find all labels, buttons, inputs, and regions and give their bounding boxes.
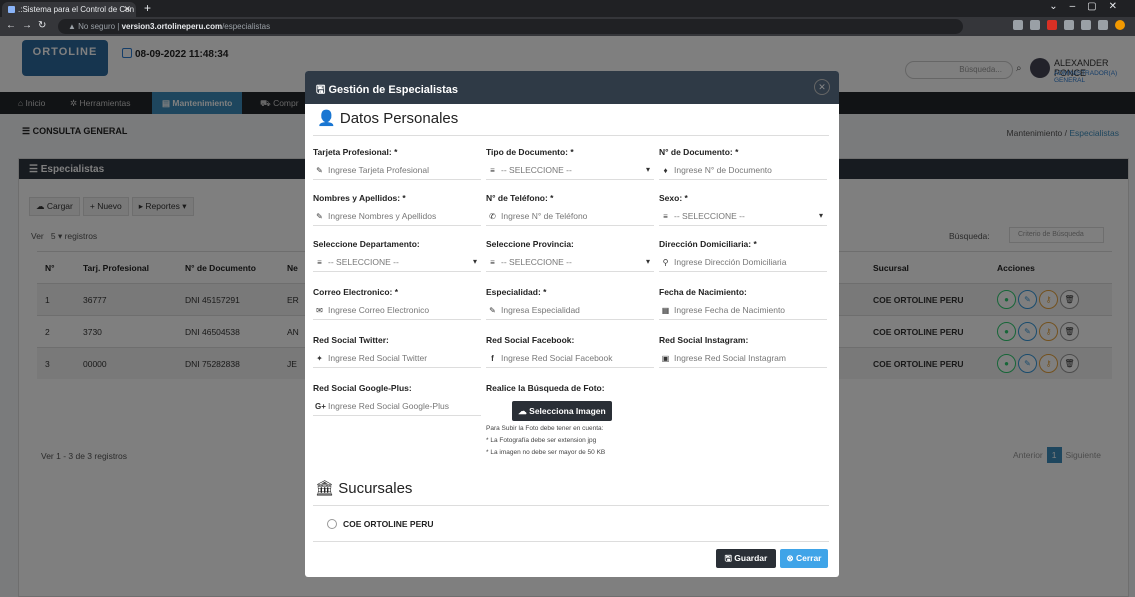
twitter-input[interactable]: ✦ Ingrese Red Social Twitter xyxy=(313,353,481,368)
url-path: /especialistas xyxy=(222,22,271,31)
nombres-field: Nombres y Apellidos: * ✎ Ingrese Nombres … xyxy=(313,193,481,226)
provincia-select[interactable]: ≡ -- SELECCIONE -- ▾ xyxy=(486,257,654,272)
list-icon: ≡ xyxy=(490,166,495,175)
telefono-input[interactable]: ✆ Ingrese N° de Teléfono xyxy=(486,211,654,226)
twitter-field: Red Social Twitter: ✦ Ingrese Red Social … xyxy=(313,335,481,368)
num-documento-field: N° de Documento: * ♦ Ingrese N° de Docume… xyxy=(659,147,827,180)
list-icon: ≡ xyxy=(663,212,668,221)
tipo-documento-field: Tipo de Documento: * ≡ -- SELECCIONE -- ▾ xyxy=(486,147,654,180)
foto-field: Realice la Búsqueda de Foto: xyxy=(486,383,605,393)
list-icon: ≡ xyxy=(490,258,495,267)
calendar-icon: ▦ xyxy=(661,306,670,315)
photo-hint: * La Fotografía debe ser extension jpg xyxy=(486,437,597,444)
departamento-field: Seleccione Departamento: ≡ -- SELECCIONE … xyxy=(313,239,481,272)
sucursal-label[interactable]: COE ORTOLINE PERU xyxy=(343,519,434,529)
back-icon[interactable]: ← xyxy=(6,20,16,31)
envelope-icon: ✉ xyxy=(316,306,323,315)
google-input[interactable]: G+ Ingrese Red Social Google-Plus xyxy=(313,401,481,416)
chevron-down-icon: ▾ xyxy=(472,257,477,266)
twitter-icon: ✦ xyxy=(316,354,323,363)
modal-title: 🖫 Gestión de Especialistas xyxy=(305,71,839,104)
address-bar: ← → ↻ ▲ No seguro | version3.ortolineper… xyxy=(0,17,1135,36)
cerrar-button[interactable]: ⊗ Cerrar xyxy=(780,549,828,568)
save-button[interactable]: 🖫 Guardar xyxy=(716,549,776,568)
facebook-field: Red Social Facebook: f Ingrese Red Social… xyxy=(486,335,654,368)
section-datos-personales: 👤 Datos Personales xyxy=(317,110,459,127)
extension-icon[interactable] xyxy=(1047,20,1057,30)
divider xyxy=(313,505,829,506)
list-icon: ≡ xyxy=(317,258,322,267)
pencil-icon: ✎ xyxy=(316,212,323,221)
window-controls[interactable]: ⌄–▢✕ xyxy=(1049,1,1129,12)
sucursal-radio[interactable] xyxy=(327,519,337,529)
close-icon[interactable]: ✕ xyxy=(814,79,830,95)
direccion-input[interactable]: ⚲ Ingrese Dirección Domiciliaria xyxy=(659,257,827,272)
pencil-icon: ✎ xyxy=(489,306,496,315)
divider xyxy=(313,541,829,542)
extension-icon[interactable] xyxy=(1064,20,1074,30)
share-icon[interactable] xyxy=(1013,20,1023,30)
warning-icon: ▲ xyxy=(68,22,79,31)
puzzle-icon[interactable] xyxy=(1081,20,1091,30)
favicon-icon xyxy=(8,6,15,13)
instagram-input[interactable]: ▣ Ingrese Red Social Instagram xyxy=(659,353,827,368)
num-documento-input[interactable]: ♦ Ingrese N° de Documento xyxy=(659,165,827,180)
url-host: version3.ortolineperu.com xyxy=(121,22,223,31)
new-tab-button[interactable]: + xyxy=(144,1,151,15)
forward-icon[interactable]: → xyxy=(22,20,32,31)
sexo-field: Sexo: * ≡ -- SELECCIONE -- ▾ xyxy=(659,193,827,226)
photo-hint: * La imagen no debe ser mayor de 50 KB xyxy=(486,449,606,456)
url-field[interactable]: ▲ No seguro | version3.ortolineperu.com/… xyxy=(58,19,963,34)
correo-input[interactable]: ✉ Ingrese Correo Electronico xyxy=(313,305,481,320)
tarjeta-field: Tarjeta Profesional: * ✎ Ingrese Tarjeta … xyxy=(313,147,481,180)
instagram-icon: ▣ xyxy=(661,354,670,363)
google-field: Red Social Google-Plus: G+ Ingrese Red So… xyxy=(313,383,481,416)
chevron-down-icon: ▾ xyxy=(818,211,823,220)
nacimiento-field: Fecha de Nacimiento: ▦ Ingrese Fecha de N… xyxy=(659,287,827,320)
phone-icon: ✆ xyxy=(489,212,496,221)
browser-tabbar: .:Sistema para el Control de Con ✕ + ⌄–▢… xyxy=(0,0,1135,17)
chevron-down-icon: ▾ xyxy=(645,257,650,266)
close-tab-icon[interactable]: ✕ xyxy=(123,4,131,15)
google-plus-icon: G+ xyxy=(315,402,326,411)
select-image-button[interactable]: ☁ Selecciona Imagen xyxy=(512,401,612,421)
correo-field: Correo Electronico: * ✉ Ingrese Correo El… xyxy=(313,287,481,320)
nombres-input[interactable]: ✎ Ingrese Nombres y Apellidos xyxy=(313,211,481,226)
tipo-documento-select[interactable]: ≡ -- SELECCIONE -- ▾ xyxy=(486,165,654,180)
especialidad-field: Especialidad: * ✎ Ingresa Especialidad xyxy=(486,287,654,320)
browser-tab[interactable]: .:Sistema para el Control de Con ✕ xyxy=(2,2,136,17)
reload-icon[interactable]: ↻ xyxy=(38,20,46,31)
map-marker-icon: ⚲ xyxy=(662,258,669,267)
sidebar-icon[interactable] xyxy=(1098,20,1108,30)
facebook-input[interactable]: f Ingrese Red Social Facebook xyxy=(486,353,654,368)
facebook-icon: f xyxy=(491,354,494,363)
especialista-modal: 🖫 Gestión de Especialistas ✕ 👤 Datos Per… xyxy=(305,71,839,577)
telefono-field: N° de Teléfono: * ✆ Ingrese N° de Teléfon… xyxy=(486,193,654,226)
divider xyxy=(313,135,829,136)
direccion-field: Dirección Domiciliaria: * ⚲ Ingrese Direc… xyxy=(659,239,827,272)
especialidad-input[interactable]: ✎ Ingresa Especialidad xyxy=(486,305,654,320)
pencil-icon: ✎ xyxy=(316,166,323,175)
tab-title: .:Sistema para el Control de Con xyxy=(18,5,135,14)
chevron-down-icon: ▾ xyxy=(645,165,650,174)
instagram-field: Red Social Instagram: ▣ Ingrese Red Socia… xyxy=(659,335,827,368)
tarjeta-input[interactable]: ✎ Ingrese Tarjeta Profesional xyxy=(313,165,481,180)
security-label: No seguro xyxy=(78,22,116,31)
section-sucursales: 🏛 Sucursales xyxy=(315,480,413,497)
id-icon: ♦ xyxy=(663,166,668,175)
star-icon[interactable] xyxy=(1030,20,1040,30)
departamento-select[interactable]: ≡ -- SELECCIONE -- ▾ xyxy=(313,257,481,272)
photo-hint: Para Subir la Foto debe tener en cuenta: xyxy=(486,425,604,432)
nacimiento-input[interactable]: ▦ Ingrese Fecha de Nacimiento xyxy=(659,305,827,320)
extensions xyxy=(1013,20,1125,32)
profile-icon[interactable] xyxy=(1115,20,1125,30)
provincia-field: Seleccione Provincia: ≡ -- SELECCIONE -- ▾ xyxy=(486,239,654,272)
sexo-select[interactable]: ≡ -- SELECCIONE -- ▾ xyxy=(659,211,827,226)
